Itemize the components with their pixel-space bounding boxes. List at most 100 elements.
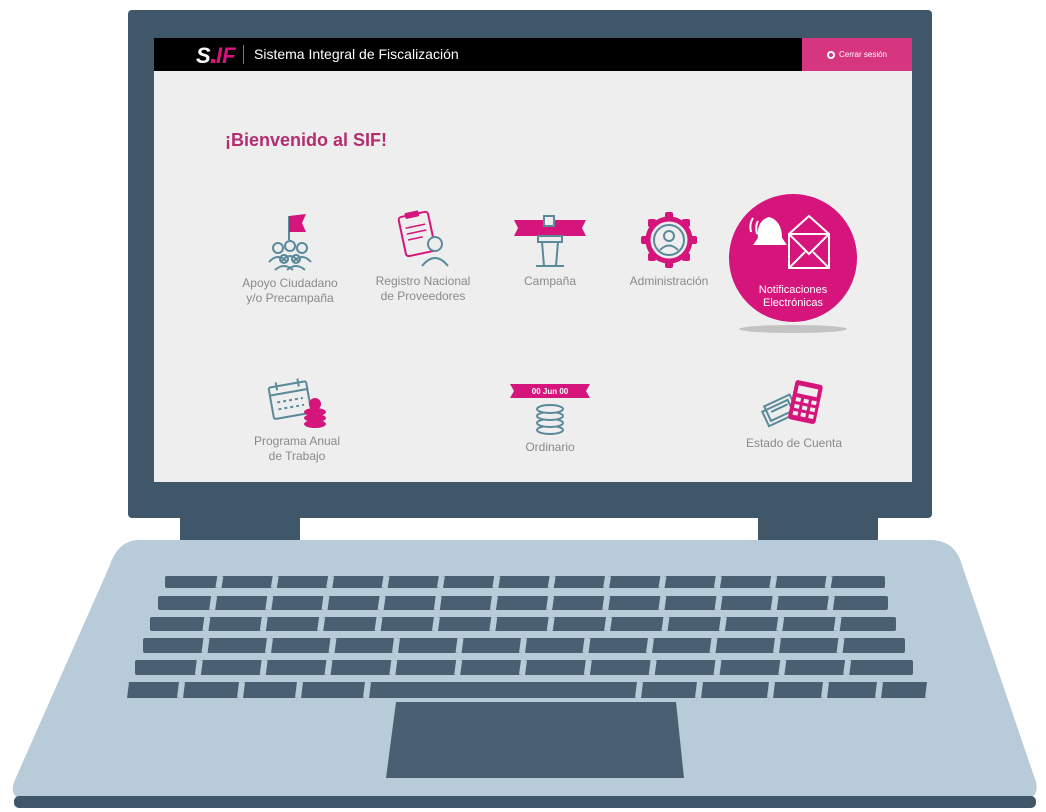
module-administracion[interactable]: Administración [614, 210, 724, 289]
svg-text:IF: IF [216, 43, 236, 67]
key-gap [377, 595, 386, 611]
key-gap [194, 659, 203, 676]
key-gap [295, 681, 303, 699]
key-gap [374, 616, 383, 632]
module-apoyo-ciudadano[interactable]: Apoyo Ciudadano y/o Precampaña [224, 210, 356, 306]
sif-logo-icon: S IF [196, 43, 236, 67]
key-gap [833, 616, 842, 632]
key-gap [237, 681, 245, 699]
calendar-coins-icon [267, 378, 326, 428]
module-label-line: Ordinario [525, 440, 575, 454]
module-label: Ordinario [525, 440, 574, 455]
module-campana[interactable]: Campaña [490, 208, 610, 289]
module-label-line: Notificaciones [758, 284, 828, 296]
logo-divider [243, 45, 244, 64]
gear-person-icon [641, 212, 697, 268]
module-label: Notificaciones Electrónicas [759, 284, 827, 310]
key-gap [604, 616, 613, 632]
key-gap [121, 681, 129, 699]
module-label-line: Registro Nacional [375, 274, 471, 288]
key-gap [713, 575, 722, 589]
welcome-title: ¡Bienvenido al SIF! [225, 130, 388, 150]
module-label-line: de Trabajo [268, 449, 326, 463]
app-screen: S IF Sistema Integral de Fiscalización C… [154, 38, 912, 482]
key-gap [431, 616, 440, 632]
key-gap [583, 659, 592, 676]
key-gap [635, 681, 643, 699]
logout-button[interactable]: Cerrar sesión [802, 38, 912, 71]
key-gap [389, 659, 398, 676]
key-gap [455, 637, 464, 654]
key-gap [546, 595, 555, 611]
key-gap [773, 637, 781, 654]
key-gap [646, 637, 654, 654]
key-gap [489, 595, 498, 611]
key-gap [547, 575, 556, 589]
module-label: Registro Nacional de Proveedores [376, 274, 471, 304]
key-gap [648, 659, 657, 676]
key-gap [603, 575, 612, 589]
sif-logo: S IF [196, 42, 236, 67]
logout-label: Cerrar sesión [838, 50, 887, 59]
module-notificaciones-electronicas[interactable]: Notificaciones Electrónicas [729, 194, 857, 322]
calculator-bills-icon [761, 380, 823, 428]
key-gap [602, 595, 611, 611]
key-gap [695, 681, 703, 699]
module-label-line: Campaña [523, 274, 577, 288]
key-gap [826, 595, 835, 611]
module-estado-de-cuenta[interactable]: Estado de Cuenta [724, 378, 864, 451]
key-gap [658, 595, 667, 611]
key-gap [328, 637, 337, 654]
key-gap [824, 575, 833, 589]
key-gap [363, 681, 371, 699]
key-gap [843, 659, 852, 676]
module-label-line: Programa Anual [253, 434, 341, 448]
key-gap [270, 575, 279, 589]
key-gap [436, 575, 445, 589]
module-label-line: Administración [629, 274, 709, 288]
key-gap [177, 681, 185, 699]
key-gap [875, 681, 883, 699]
active-module-shadow [739, 325, 847, 333]
module-label: Estado de Cuenta [746, 436, 842, 451]
key-gap [259, 659, 268, 676]
module-ordinario[interactable]: 00 Jun 00 Ordinario [490, 382, 610, 455]
key-gap [546, 616, 555, 632]
date-banner-text: 00 Jun 00 [532, 387, 569, 396]
key-gap [836, 637, 845, 654]
key-gap [658, 575, 667, 589]
key-gap [778, 659, 787, 676]
bell-envelope-icon [749, 214, 830, 269]
power-icon [826, 50, 835, 59]
key-gap [259, 616, 268, 632]
module-label: Programa Anual de Trabajo [254, 434, 340, 464]
key-gap [925, 681, 933, 699]
key-gap [201, 637, 210, 654]
key-gap [433, 595, 442, 611]
coins-date-icon: 00 Jun 00 [510, 384, 590, 435]
key-gap [492, 575, 501, 589]
key-gap [265, 637, 273, 654]
key-gap [209, 595, 218, 611]
clipboard-person-icon [397, 210, 449, 267]
key-gap [769, 575, 778, 589]
top-navbar: S IF Sistema Integral de Fiscalización C… [154, 38, 912, 71]
module-label: Campaña [524, 274, 576, 289]
key-gap [215, 575, 224, 589]
key-gap [519, 637, 527, 654]
key-gap [767, 681, 775, 699]
module-label-line: Electrónicas [763, 297, 823, 309]
module-label-line: de Proveedores [380, 289, 466, 303]
key-gap [770, 595, 779, 611]
key-gap [713, 659, 722, 676]
module-label-line: Apoyo Ciudadano [242, 276, 338, 290]
key-gap [324, 659, 333, 676]
key-gap [381, 575, 390, 589]
key-gap [321, 595, 330, 611]
app-title: Sistema Integral de Fiscalización [254, 46, 459, 62]
key-gap [718, 616, 727, 632]
flag-people-icon [268, 214, 312, 271]
module-registro-nacional[interactable]: Registro Nacional de Proveedores [359, 208, 487, 304]
module-programa-anual[interactable]: Programa Anual de Trabajo [232, 376, 362, 464]
module-label-line: Estado de Cuenta [745, 436, 843, 450]
